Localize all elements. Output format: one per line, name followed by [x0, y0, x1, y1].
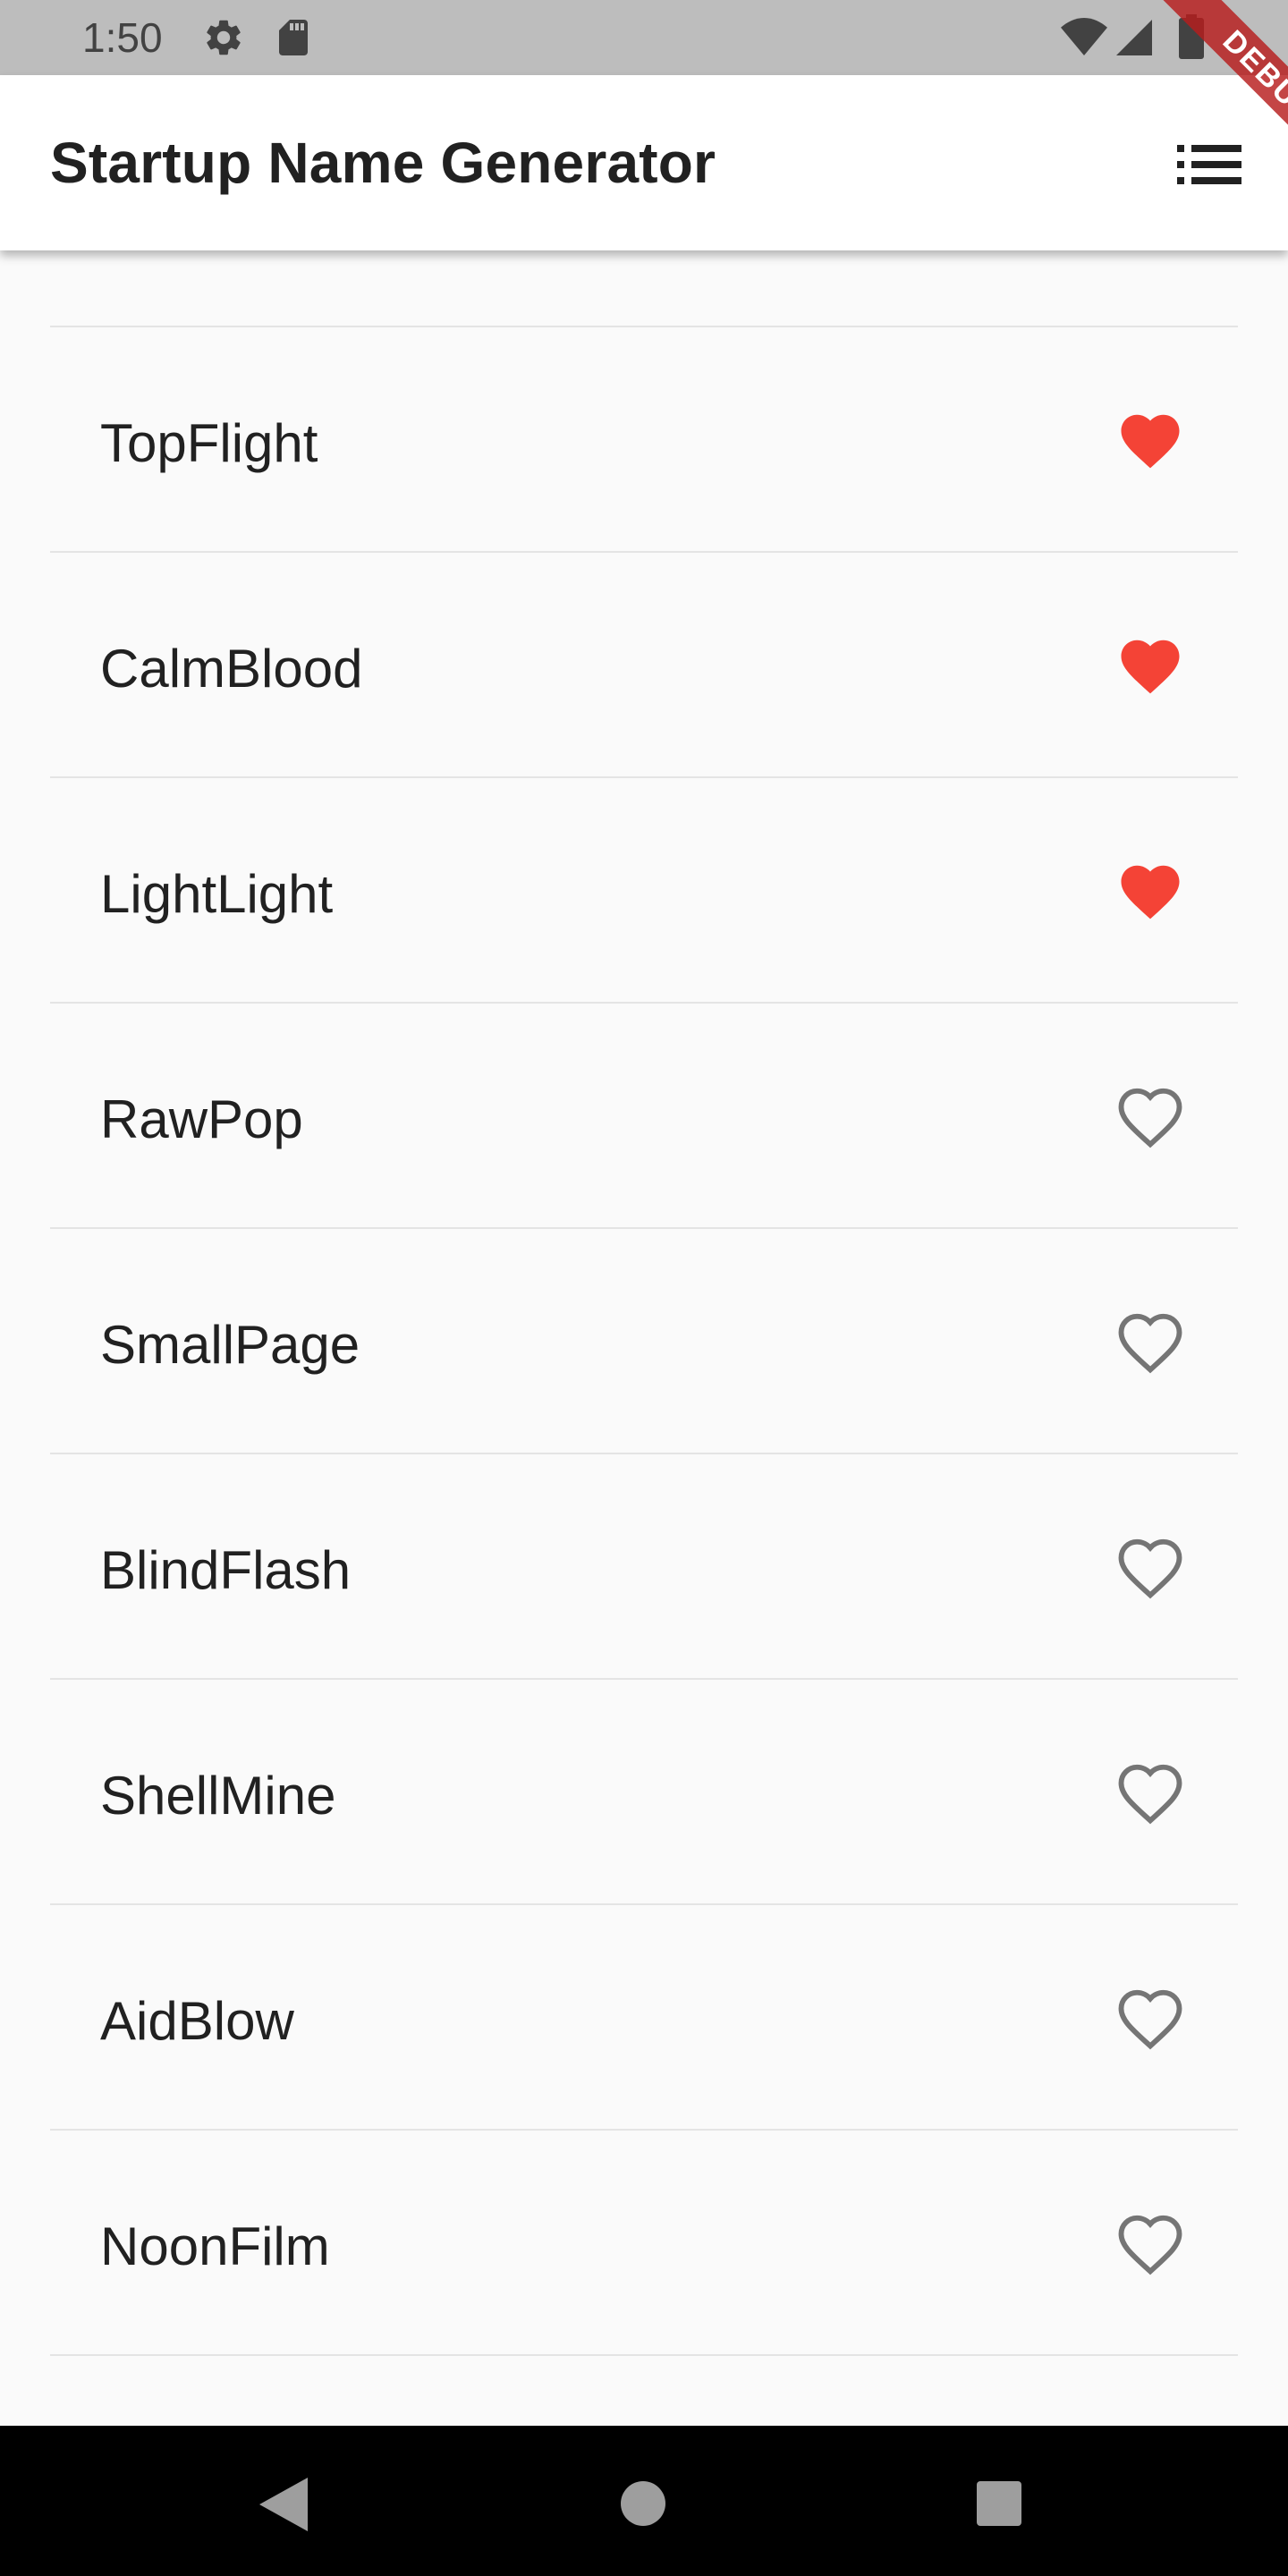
- list-item-label: CalmBlood: [100, 639, 363, 699]
- app-bar: Startup Name Generator: [0, 75, 1288, 250]
- status-time: 1:50: [82, 14, 163, 61]
- list-item[interactable]: SmallPage: [0, 1227, 1288, 1453]
- favorite-border-icon[interactable]: [1113, 1082, 1188, 1152]
- list-icon[interactable]: [1174, 138, 1245, 191]
- list-item-label: BlindFlash: [100, 1540, 352, 1600]
- favorite-border-icon[interactable]: [1113, 2209, 1188, 2279]
- favorite-filled-icon[interactable]: [1113, 857, 1188, 927]
- divider: [50, 1453, 1238, 1454]
- settings-icon: [207, 20, 241, 55]
- page-title: Startup Name Generator: [50, 131, 716, 195]
- list-item[interactable]: AidBlow: [0, 1903, 1288, 2129]
- divider: [50, 1227, 1238, 1229]
- list-item-label: RawPop: [100, 1089, 303, 1149]
- home-icon[interactable]: [621, 2481, 665, 2526]
- list-item[interactable]: TopFlight: [0, 326, 1288, 551]
- favorite-filled-icon[interactable]: [1113, 631, 1188, 701]
- list-item-label: TopFlight: [100, 413, 318, 473]
- list-item-label: LightLight: [100, 864, 334, 924]
- divider: [50, 1678, 1238, 1680]
- divider: [50, 1903, 1238, 1905]
- divider: [50, 551, 1238, 553]
- list-item-label: ShellMine: [100, 1766, 336, 1826]
- favorite-border-icon[interactable]: [1113, 1533, 1188, 1603]
- status-bar: 1:50: [0, 0, 1288, 75]
- battery-icon: [1179, 14, 1204, 59]
- list-item[interactable]: CalmBlood: [0, 551, 1288, 776]
- list-item[interactable]: RawPop: [0, 1002, 1288, 1227]
- navigation-bar: [0, 2426, 1288, 2576]
- divider: [50, 2354, 1238, 2356]
- favorite-border-icon[interactable]: [1113, 1308, 1188, 1377]
- sd-card-icon: [279, 20, 308, 55]
- list-item-label: AidBlow: [100, 1991, 294, 2051]
- favorite-border-icon[interactable]: [1113, 1984, 1188, 2054]
- list-item-label: NoonFilm: [100, 2216, 330, 2276]
- divider: [50, 2129, 1238, 2131]
- back-icon[interactable]: [259, 2478, 308, 2531]
- divider: [50, 776, 1238, 778]
- partial-list-item: [0, 2354, 1288, 2426]
- list-item[interactable]: ShellMine: [0, 1678, 1288, 1903]
- recents-icon[interactable]: [977, 2481, 1021, 2526]
- list-item[interactable]: NoonFilm: [0, 2129, 1288, 2354]
- list-item-label: SmallPage: [100, 1315, 360, 1375]
- favorite-filled-icon[interactable]: [1113, 406, 1188, 476]
- divider: [50, 1002, 1238, 1004]
- partial-list-item: [0, 250, 1288, 326]
- wifi-icon: [1061, 18, 1107, 55]
- signal-icon: [1116, 20, 1152, 55]
- list-item[interactable]: BlindFlash: [0, 1453, 1288, 1678]
- word-list[interactable]: TopFlight CalmBlood LightLight RawPop SmallP…: [0, 250, 1288, 2426]
- list-item[interactable]: LightLight: [0, 776, 1288, 1002]
- favorite-border-icon[interactable]: [1113, 1758, 1188, 1828]
- divider: [50, 326, 1238, 327]
